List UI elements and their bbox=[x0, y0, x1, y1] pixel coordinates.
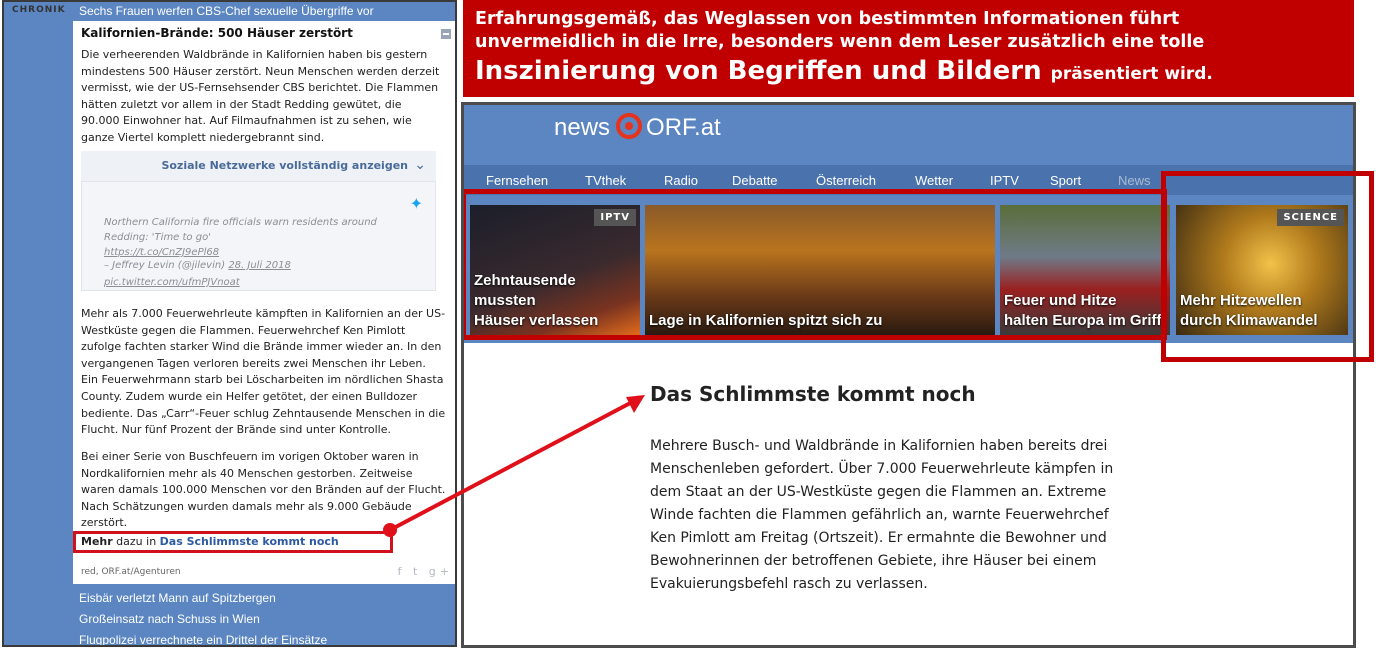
tweet-author-name: – Jeffrey Levin (@jilevin) bbox=[104, 260, 226, 271]
banner-line-1: Erfahrungsgemäß, das Weglassen von besti… bbox=[475, 9, 1180, 29]
tweet-link[interactable]: https://t.co/CnZJ9ePl68 bbox=[104, 247, 219, 258]
tweet-text: Northern California fire officials warn … bbox=[104, 200, 394, 290]
chronik-link-wien[interactable]: Großeinsatz nach Schuss in Wien bbox=[79, 612, 260, 626]
article-paragraph-1: Die verheerenden Waldbrände in Kaliforni… bbox=[81, 48, 440, 144]
chevron-down-icon[interactable]: ⌄ bbox=[414, 157, 426, 173]
logo-orf: ORF.at bbox=[646, 114, 721, 141]
twitter-bird-icon: ✦ bbox=[409, 194, 423, 213]
social-toggle-link[interactable]: Soziale Netzwerke vollständig anzeigen bbox=[161, 159, 408, 172]
nav-tvthek[interactable]: TVthek bbox=[585, 173, 626, 188]
article-headline: Das Schlimmste kommt noch bbox=[650, 382, 976, 406]
mehr-prefix: Mehr bbox=[81, 535, 113, 548]
highlight-box-teasers bbox=[464, 189, 1167, 340]
orf-logo[interactable]: news ORF.at bbox=[554, 113, 721, 142]
orf-masthead: news ORF.at bbox=[464, 105, 1353, 165]
social-embed: Soziale Netzwerke vollständig anzeigen ⌄… bbox=[81, 151, 436, 291]
commentary-banner: Erfahrungsgemäß, das Weglassen von besti… bbox=[463, 0, 1354, 97]
mehr-dazu-line: Mehr dazu in Das Schlimmste kommt noch bbox=[81, 535, 339, 548]
banner-line-3-small: präsentiert wird. bbox=[1050, 64, 1213, 84]
orf-ring-icon bbox=[616, 113, 643, 139]
article-paragraph-3: Bei einer Serie von Buschfeuern im vorig… bbox=[81, 450, 446, 530]
article-source: red, ORF.at/Agenturen bbox=[81, 567, 181, 577]
tweet-date-link[interactable]: 28. Juli 2018 bbox=[228, 260, 291, 271]
share-icons[interactable]: f t g+ bbox=[398, 565, 453, 578]
chronik-link-cbs[interactable]: Sechs Frauen werfen CBS-Chef sexuelle Üb… bbox=[79, 4, 374, 18]
banner-line-2: unvermeidlich in die Irre, besonders wen… bbox=[475, 32, 1205, 52]
mehr-middle: dazu in bbox=[116, 535, 157, 548]
nav-debatte[interactable]: Debatte bbox=[732, 173, 778, 188]
nav-iptv[interactable]: IPTV bbox=[990, 173, 1019, 188]
chronik-label: CHRONIK bbox=[12, 5, 66, 15]
highlight-box-science bbox=[1161, 171, 1374, 362]
banner-line-3: Inszinierung von Begriffen und Bildern p… bbox=[475, 54, 1342, 91]
article-body: Mehrere Busch- und Waldbrände in Kalifor… bbox=[650, 438, 1114, 592]
chronik-link-eisbaer[interactable]: Eisbär verletzt Mann auf Spitzbergen bbox=[79, 591, 276, 605]
nav-news[interactable]: News bbox=[1118, 173, 1151, 188]
logo-news: news bbox=[554, 114, 611, 141]
nav-radio[interactable]: Radio bbox=[664, 173, 698, 188]
article-paragraph-2: Mehr als 7.000 Feuerwehrleute kämpften i… bbox=[81, 307, 446, 437]
tweet-author: – Jeffrey Levin (@jilevin) 28. Juli 2018 bbox=[104, 260, 291, 271]
nav-oesterreich[interactable]: Österreich bbox=[816, 173, 876, 188]
nav-sport[interactable]: Sport bbox=[1050, 173, 1081, 188]
collapse-icon[interactable] bbox=[441, 29, 451, 39]
tweet-pic-link[interactable]: pic.twitter.com/ufmPJVnoat bbox=[104, 277, 240, 288]
tweet-card: Northern California fire officials warn … bbox=[81, 181, 436, 291]
mehr-link[interactable]: Das Schlimmste kommt noch bbox=[160, 535, 339, 548]
chronik-link-flugpolizei[interactable]: Flugpolizei verrechnete ein Drittel der … bbox=[79, 633, 327, 645]
banner-line-3-big: Inszinierung von Begriffen und Bildern bbox=[475, 56, 1042, 86]
tweet-body: Northern California fire officials warn … bbox=[104, 217, 377, 243]
expanded-article: Kalifornien-Brände: 500 Häuser zerstört … bbox=[73, 21, 455, 584]
nav-fernsehen[interactable]: Fernsehen bbox=[486, 173, 548, 188]
chronik-panel: CHRONIK Sechs Frauen werfen CBS-Chef sex… bbox=[2, 0, 457, 647]
nav-wetter[interactable]: Wetter bbox=[915, 173, 953, 188]
article-title: Kalifornien-Brände: 500 Häuser zerstört bbox=[81, 26, 353, 40]
